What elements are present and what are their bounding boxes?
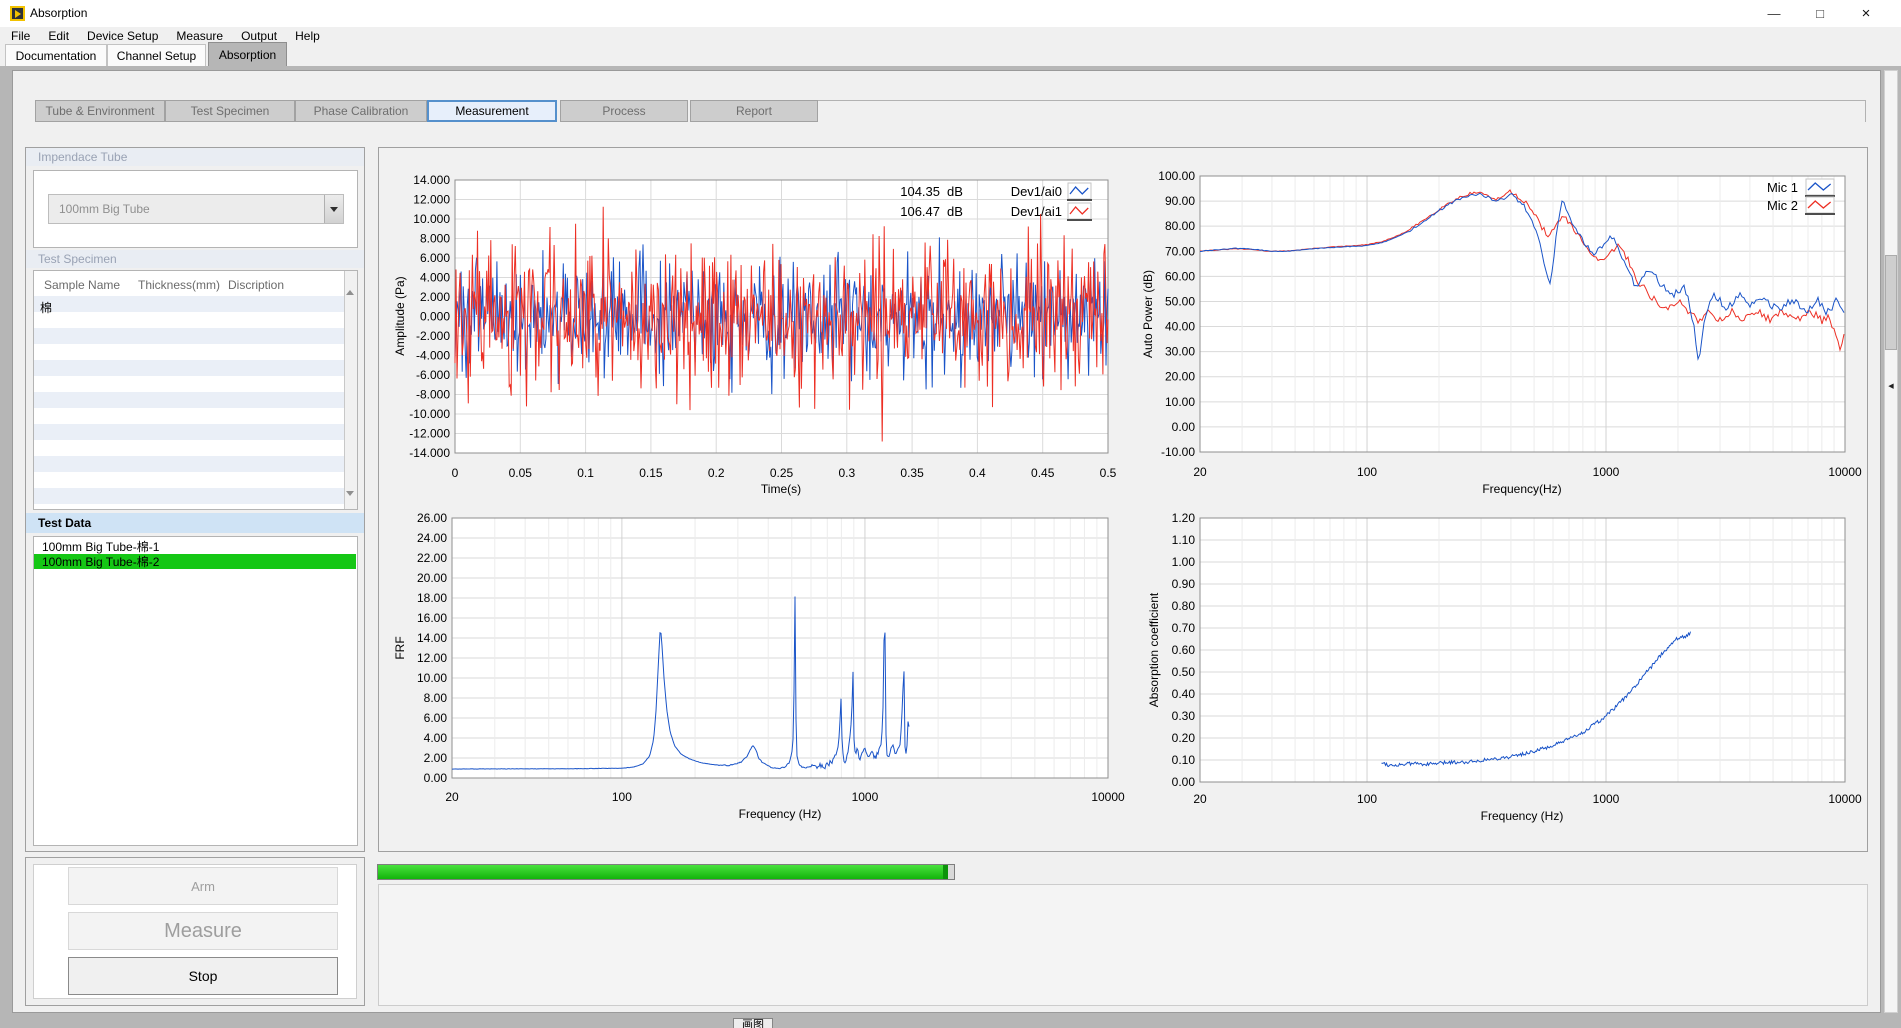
column-sample-name: Sample Name: [44, 278, 120, 292]
tab-absorption[interactable]: Absorption: [208, 42, 287, 66]
test-specimen-header: Test Specimen: [26, 250, 364, 268]
stop-button[interactable]: Stop: [68, 957, 338, 995]
menu-file[interactable]: File: [2, 27, 39, 44]
subtab-process[interactable]: Process: [560, 100, 688, 122]
menu-device-setup[interactable]: Device Setup: [78, 27, 167, 44]
menu-help[interactable]: Help: [286, 27, 329, 44]
subtab-report[interactable]: Report: [690, 100, 818, 122]
window-title: Absorption: [30, 6, 87, 20]
titlebar: Absorption — □ ×: [0, 0, 1901, 27]
bottom-plot-tab-label: 画图: [742, 1019, 764, 1028]
bottom-plot-tab[interactable]: 画图: [733, 1018, 773, 1028]
scroll-down-icon[interactable]: [346, 496, 354, 510]
measurement-progress-fill: [378, 865, 948, 879]
scrollbar-thumb[interactable]: [1885, 255, 1897, 350]
progress-end-cap: [943, 865, 948, 879]
column-thickness: Thickness(mm): [138, 278, 220, 292]
lower-empty-panel: [378, 884, 1868, 1006]
app-icon: [10, 6, 25, 21]
chevron-down-icon: [330, 207, 338, 212]
list-item-test-data-2[interactable]: 100mm Big Tube-棉-2: [34, 554, 356, 569]
table-row[interactable]: 棉: [40, 299, 52, 316]
panel-collapse-icon[interactable]: ◀: [1885, 380, 1897, 392]
menu-edit[interactable]: Edit: [39, 27, 78, 44]
dropdown-arrow-button[interactable]: [324, 195, 343, 223]
subtab-measurement[interactable]: Measurement: [427, 100, 557, 122]
subtab-phase-calibration[interactable]: Phase Calibration: [295, 100, 427, 122]
tab-channel-setup[interactable]: Channel Setup: [107, 44, 206, 66]
arm-button[interactable]: Arm: [68, 867, 338, 905]
measure-button[interactable]: Measure: [68, 912, 338, 950]
test-data-listbox: [33, 536, 358, 846]
test-data-header: Test Data: [26, 513, 364, 533]
subtab-tube-environment[interactable]: Tube & Environment: [35, 100, 165, 122]
impedance-tube-dropdown[interactable]: 100mm Big Tube: [48, 194, 344, 224]
measurement-progress-bar: [377, 864, 955, 880]
tab-documentation[interactable]: Documentation: [5, 44, 107, 66]
chart-panel: [378, 147, 1868, 852]
list-item-test-data-1[interactable]: 100mm Big Tube-棉-1: [34, 539, 356, 554]
scroll-up-icon[interactable]: [346, 276, 354, 290]
impedance-tube-header: Impendace Tube: [26, 148, 364, 166]
play-icon: [15, 10, 21, 18]
subtab-test-specimen[interactable]: Test Specimen: [165, 100, 295, 122]
minimize-button[interactable]: —: [1752, 0, 1796, 27]
subtab-strip-line: [818, 100, 1866, 122]
vertical-scrollbar[interactable]: [1884, 70, 1898, 1013]
column-discription: Discription: [228, 278, 284, 292]
table-row-stripes: [34, 296, 344, 504]
maximize-button[interactable]: □: [1798, 0, 1842, 27]
table-scrollbar[interactable]: [344, 271, 357, 509]
close-button[interactable]: ×: [1844, 0, 1888, 27]
